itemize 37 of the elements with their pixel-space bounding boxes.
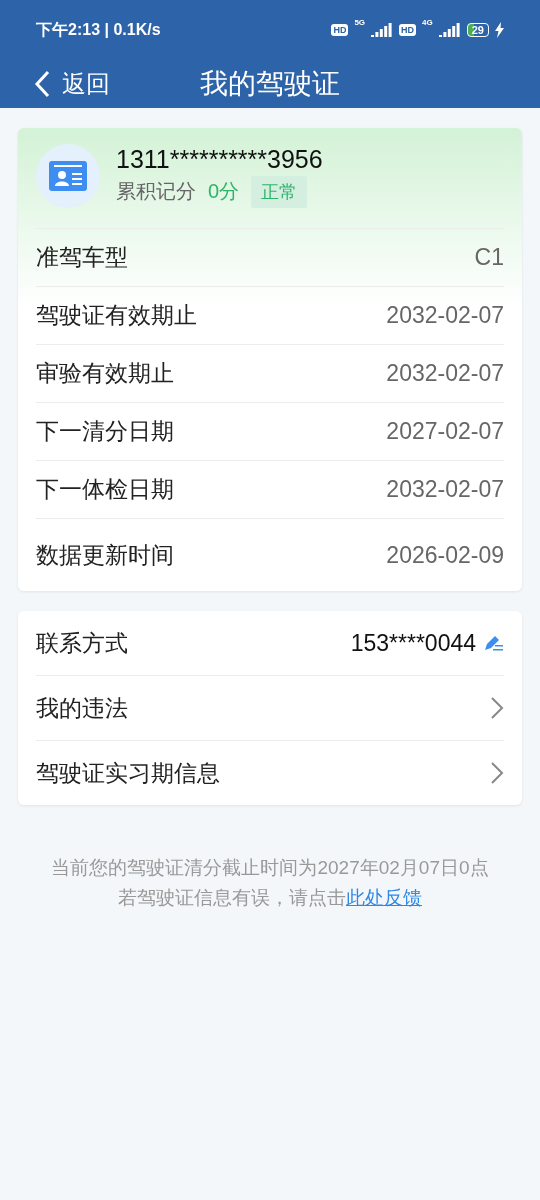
license-number: 1311**********3956 (116, 144, 323, 174)
field-value: 2027-02-07 (386, 418, 504, 445)
field-value: 2032-02-07 (386, 476, 504, 503)
field-label: 下一体检日期 (36, 475, 174, 504)
field-label: 联系方式 (36, 628, 129, 658)
field-label: 数据更新时间 (36, 540, 174, 570)
field-value: C1 (474, 244, 504, 271)
status-time: 下午2:13 | 0.1K/s (36, 19, 162, 40)
menu-item[interactable]: 驾驶证实习期信息 (36, 740, 504, 805)
back-icon (34, 70, 50, 98)
chevron-right-icon (490, 696, 504, 720)
field-label: 下一清分日期 (36, 417, 174, 446)
footnote-text: 若驾驶证信息有误，请点击此处反馈 (117, 886, 423, 910)
field-label: 审验有效期止 (36, 359, 174, 388)
page-title: 我的驾驶证 (200, 68, 340, 99)
field-value: 2032-02-07 (386, 360, 504, 387)
points-value: 0分 (208, 179, 240, 204)
field-label: 驾驶证有效期止 (36, 301, 197, 330)
field-value: 2032-02-07 (386, 302, 504, 329)
id-card-icon (49, 161, 87, 191)
field-label: 准驾车型 (36, 243, 128, 272)
hd-badge: HD (399, 24, 417, 36)
points-label: 累积记分 (116, 179, 196, 204)
field-value: 2026-02-09 (386, 541, 504, 569)
network-type: 5G (354, 18, 366, 27)
phone-value: 153****0044 (350, 629, 476, 657)
menu-item[interactable]: 我的违法 (36, 675, 504, 740)
chevron-right-icon (490, 761, 504, 785)
signal-icon (438, 23, 461, 37)
signal-icon (371, 23, 394, 37)
edit-icon[interactable] (484, 634, 504, 652)
hd-badge: HD (331, 24, 349, 36)
back-button[interactable]: 返回 (34, 68, 110, 100)
battery-icon: 29 (466, 23, 489, 37)
footnote-text: 当前您的驾驶证清分截止时间为2027年02月07日0点 (50, 856, 490, 880)
network-type: 4G (422, 18, 433, 27)
status-badge: 正常 (251, 175, 308, 208)
